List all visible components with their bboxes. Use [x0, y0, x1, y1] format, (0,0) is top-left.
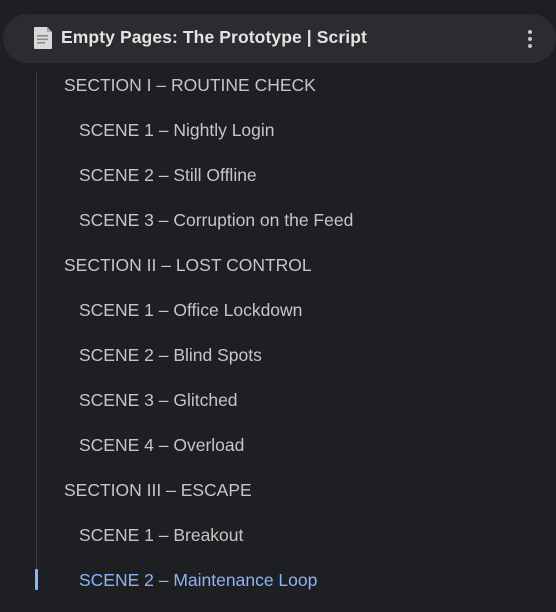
- outline-section[interactable]: SECTION II – LOST CONTROL: [64, 247, 312, 283]
- outline-scene[interactable]: SCENE 4 – Overload: [79, 427, 244, 463]
- outline-scene[interactable]: SCENE 3 – Corruption on the Feed: [79, 202, 353, 238]
- document-header[interactable]: Empty Pages: The Prototype | Script: [3, 14, 556, 63]
- outline-scene[interactable]: SCENE 1 – Breakout: [79, 517, 243, 553]
- outline-section[interactable]: SECTION III – ESCAPE: [64, 472, 252, 508]
- outline-scene-active[interactable]: SCENE 2 – Maintenance Loop: [79, 562, 317, 598]
- outline-scene[interactable]: SCENE 2 – Blind Spots: [79, 337, 262, 373]
- outline-scene[interactable]: SCENE 2 – Still Offline: [79, 157, 257, 193]
- outline-scene[interactable]: SCENE 3 – Glitched: [79, 382, 238, 418]
- outline-scene[interactable]: SCENE 1 – Office Lockdown: [79, 292, 302, 328]
- more-vert-icon[interactable]: [518, 25, 542, 53]
- outline-scene[interactable]: SCENE 1 – Nightly Login: [79, 112, 275, 148]
- active-item-marker: [35, 569, 38, 590]
- document-outline: SECTION I – ROUTINE CHECK SCENE 1 – Nigh…: [0, 63, 556, 612]
- document-title: Empty Pages: The Prototype | Script: [61, 27, 367, 47]
- outline-guide-line: [36, 73, 37, 590]
- outline-section[interactable]: SECTION I – ROUTINE CHECK: [64, 67, 316, 103]
- document-icon: [34, 27, 52, 49]
